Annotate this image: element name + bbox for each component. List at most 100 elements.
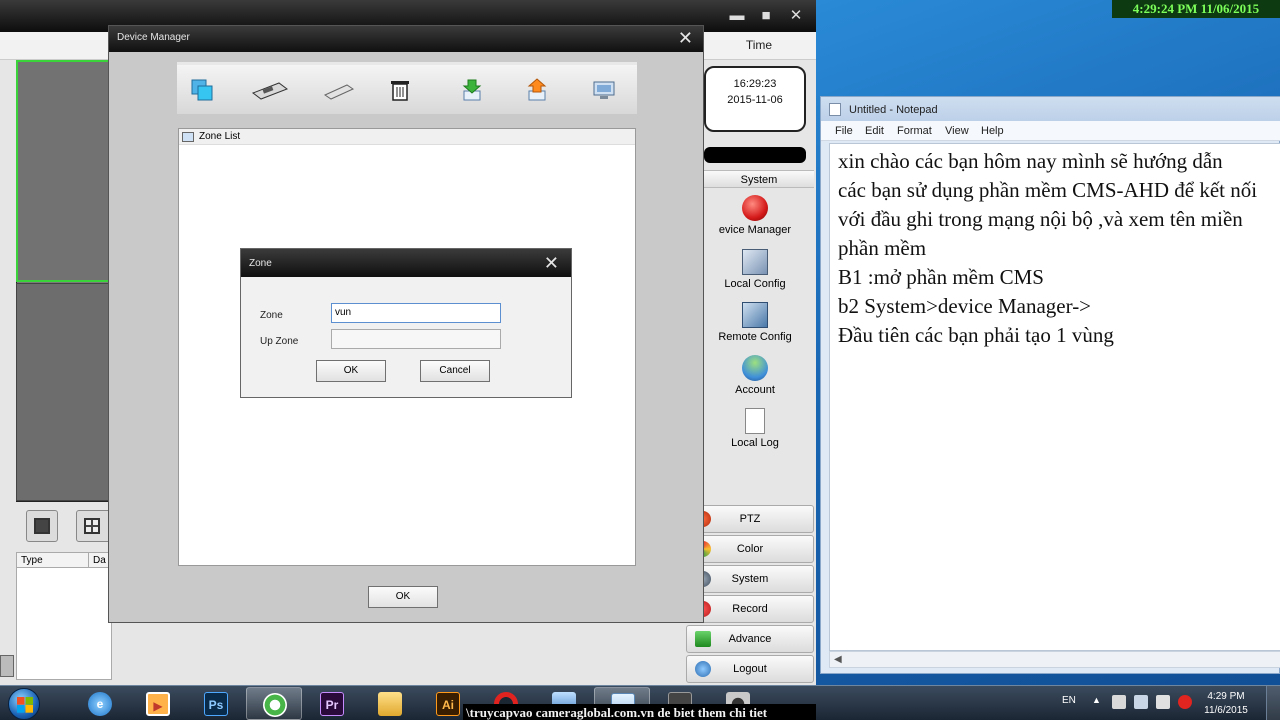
local-config-label: Local Config — [724, 278, 786, 290]
panel-toggle-icon[interactable] — [0, 655, 14, 677]
scroll-left-icon[interactable]: ◀ — [834, 654, 842, 665]
device-manager-item[interactable]: evice Manager — [700, 195, 810, 236]
log-column-type[interactable]: Type — [17, 553, 89, 568]
local-log-label: Local Log — [731, 437, 779, 449]
device-manager-label: evice Manager — [718, 224, 792, 236]
taskbar-media-player[interactable]: ▶ — [130, 687, 186, 720]
zone-dialog: Zone ✕ Zone vun Up Zone OK Cancel — [240, 248, 572, 398]
notepad-text-area[interactable]: xin chào các bạn hôm nay mình sẽ hướng d… — [829, 143, 1280, 651]
horizontal-scrollbar[interactable]: ◀ — [829, 651, 1280, 668]
notepad-window: Untitled - Notepad File Edit Format View… — [820, 96, 1280, 674]
remote-config-item[interactable]: Remote Config — [700, 302, 810, 343]
close-button[interactable]: ✕ — [787, 8, 805, 24]
local-config-icon — [742, 249, 768, 275]
notepad-title: Untitled - Notepad — [849, 104, 938, 116]
recording-clock-overlay: 4:29:24 PM 11/06/2015 — [1112, 0, 1280, 18]
text-line: xin chào các bạn hôm nay mình sẽ hướng d… — [838, 149, 1223, 173]
remote-config-label: Remote Config — [718, 331, 792, 343]
color-button[interactable]: Color — [686, 535, 814, 563]
system-button[interactable]: System — [686, 565, 814, 593]
zone-dialog-close-button[interactable]: ✕ — [544, 254, 559, 272]
zone-label: Zone — [260, 310, 283, 321]
menu-file[interactable]: File — [835, 125, 853, 137]
delete-icon[interactable] — [387, 77, 413, 103]
taskbar-premiere[interactable]: Pr — [304, 687, 360, 720]
zone-ok-button[interactable]: OK — [316, 360, 386, 382]
local-config-item[interactable]: Local Config — [700, 249, 810, 290]
logout-icon — [695, 661, 711, 677]
media-player-icon: ▶ — [146, 692, 170, 716]
system-label: System — [731, 573, 769, 585]
single-view-button[interactable] — [26, 510, 58, 542]
video-cell-selected[interactable] — [16, 60, 112, 282]
taskbar-photoshop[interactable]: Ps — [188, 687, 244, 720]
ptz-label: PTZ — [739, 513, 761, 525]
account-icon — [742, 355, 768, 381]
photoshop-icon: Ps — [204, 692, 228, 716]
ptz-button[interactable]: PTZ — [686, 505, 814, 533]
zone-dialog-title: Zone — [249, 258, 272, 269]
device-manager-titlebar: Device Manager ✕ — [109, 26, 703, 52]
logout-label: Logout — [733, 663, 767, 675]
show-desktop-button[interactable] — [1266, 686, 1280, 720]
file-explorer-icon — [378, 692, 402, 716]
promo-banner: \truycapvao cameraglobal.com.vn de biet … — [463, 704, 816, 720]
zone-tree-icon — [182, 132, 194, 142]
zone-dialog-titlebar: Zone ✕ — [241, 249, 571, 277]
export-icon[interactable] — [524, 77, 550, 103]
illustrator-icon: Ai — [436, 692, 460, 716]
text-line: Đầu tiên các bạn phải tạo 1 vùng — [838, 323, 1114, 347]
text-line: với đầu ghi trong mạng nội bộ ,và xem tê… — [838, 207, 1243, 231]
quad-view-button[interactable] — [76, 510, 112, 542]
local-log-icon — [745, 408, 765, 434]
account-item[interactable]: Account — [700, 355, 810, 396]
menu-edit[interactable]: Edit — [865, 125, 884, 137]
start-button[interactable] — [8, 688, 40, 720]
volume-icon[interactable] — [1156, 695, 1170, 709]
zone-cancel-button[interactable]: Cancel — [420, 360, 490, 382]
clock-date: 11/6/2015 — [1204, 705, 1248, 716]
system-panel-header: System — [704, 170, 814, 188]
advance-icon — [695, 631, 711, 647]
ie-icon: e — [88, 692, 112, 716]
text-line: b2 System>device Manager-> — [838, 294, 1092, 318]
zone-list-label: Zone List — [199, 131, 241, 142]
add-device-icon[interactable] — [249, 77, 289, 103]
device-manager-close-button[interactable]: ✕ — [678, 29, 693, 47]
zone-name-input[interactable]: vun — [331, 303, 501, 323]
taskbar-explorer[interactable] — [362, 687, 418, 720]
color-label: Color — [736, 543, 764, 555]
antivirus-icon[interactable] — [1178, 695, 1192, 709]
menu-help[interactable]: Help — [981, 125, 1004, 137]
device-manager-ok-button[interactable]: OK — [368, 586, 438, 608]
menu-format[interactable]: Format — [897, 125, 932, 137]
maximize-button[interactable]: ■ — [757, 8, 775, 24]
local-log-item[interactable]: Local Log — [700, 408, 810, 449]
menu-view[interactable]: View — [945, 125, 969, 137]
premiere-icon: Pr — [320, 692, 344, 716]
import-icon[interactable] — [459, 77, 485, 103]
minimize-button[interactable]: ▬ — [728, 8, 746, 24]
taskbar-cms[interactable] — [246, 687, 302, 720]
record-button[interactable]: Record — [686, 595, 814, 623]
action-center-icon[interactable] — [1112, 695, 1126, 709]
log-table: Type Da — [16, 552, 113, 680]
current-date: 2015-11-06 — [727, 94, 783, 106]
network-device-icon[interactable] — [591, 77, 617, 103]
edit-icon[interactable] — [321, 77, 357, 103]
single-view-icon — [34, 518, 50, 534]
text-line: phần mềm — [838, 236, 927, 260]
language-indicator[interactable]: EN — [1062, 695, 1076, 706]
taskbar-ie[interactable]: e — [72, 687, 128, 720]
device-manager-title: Device Manager — [117, 32, 190, 43]
system-clock[interactable]: 4:29 PM 11/6/2015 — [1196, 690, 1256, 718]
tray-expand-icon[interactable]: ▲ — [1092, 695, 1101, 705]
video-cell[interactable] — [16, 283, 112, 501]
add-zone-icon[interactable] — [189, 77, 215, 103]
clock-time: 4:29 PM — [1207, 691, 1245, 702]
logout-button[interactable]: Logout — [686, 655, 814, 683]
network-tray-icon[interactable] — [1134, 695, 1148, 709]
notepad-titlebar: Untitled - Notepad — [821, 97, 1280, 121]
up-zone-input[interactable] — [331, 329, 501, 349]
advance-button[interactable]: Advance — [686, 625, 814, 653]
